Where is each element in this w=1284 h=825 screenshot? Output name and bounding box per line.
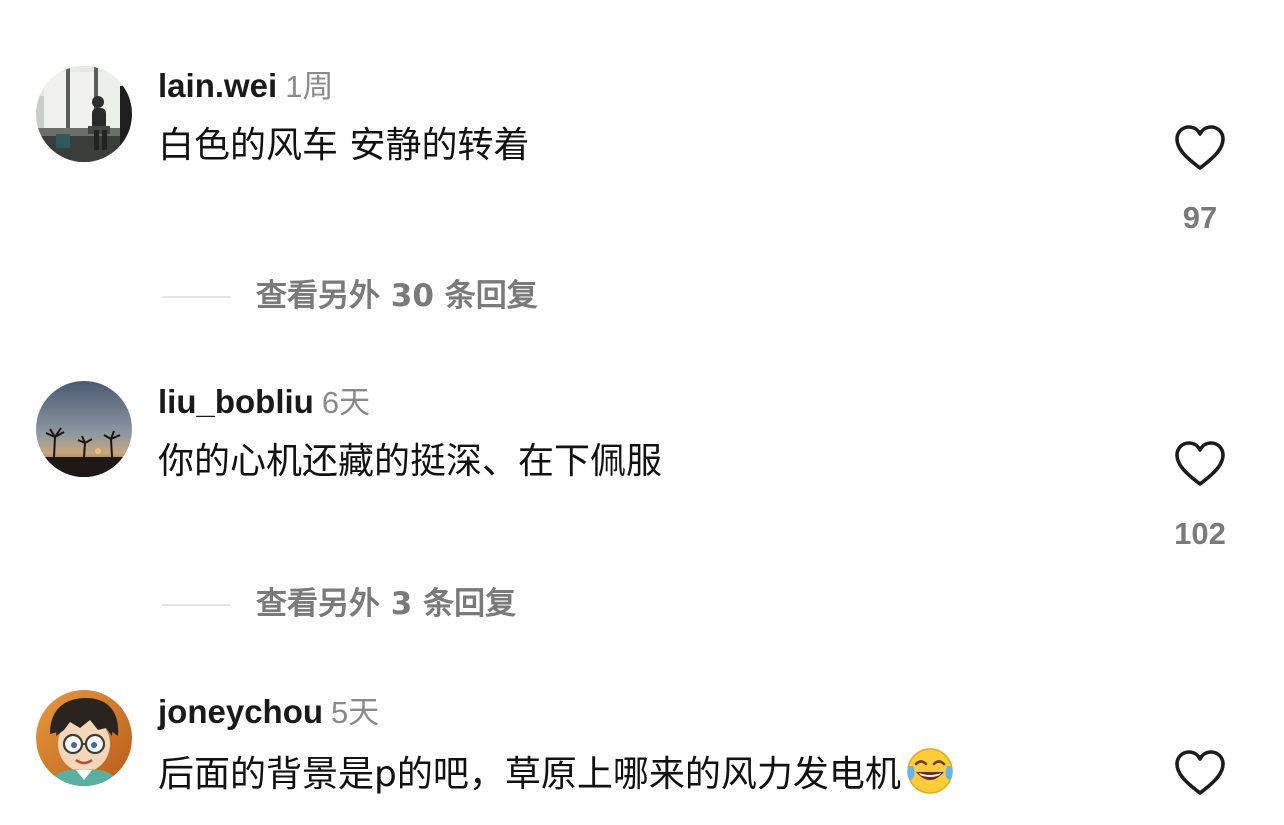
avatar[interactable]	[36, 381, 132, 477]
username[interactable]: joneychou	[158, 693, 323, 730]
like-count: 102	[1174, 516, 1226, 551]
comment-text-content: 后面的背景是p的吧，草原上哪来的风力发电机	[158, 754, 901, 795]
avatar[interactable]	[36, 66, 132, 162]
like-button[interactable]	[1174, 440, 1226, 488]
comment-text: 后面的背景是p的吧，草原上哪来的风力发电机	[158, 746, 955, 799]
avatar[interactable]	[36, 690, 132, 786]
comment-time: 5天	[331, 695, 380, 730]
like-button[interactable]	[1174, 749, 1226, 797]
heart-icon	[1175, 125, 1225, 170]
heart-icon	[1175, 750, 1225, 795]
like-count: 97	[1182, 200, 1218, 235]
tears-of-joy-emoji-icon	[907, 748, 953, 794]
comment-text: 白色的风车 安静的转着	[158, 125, 530, 166]
comment-time: 6天	[321, 385, 371, 420]
view-replies-label: 查看另外 30 条回复	[256, 278, 538, 314]
username[interactable]: lain.wei	[158, 67, 277, 104]
reply-divider	[162, 296, 230, 298]
username[interactable]: liu_bobliu	[158, 383, 314, 420]
like-button[interactable]	[1174, 124, 1226, 172]
heart-icon	[1175, 441, 1225, 486]
avatar-photo-icon	[36, 381, 132, 477]
reply-divider	[162, 604, 230, 606]
avatar-cartoon-icon	[36, 690, 132, 786]
comment-text: 你的心机还藏的挺深、在下佩服	[158, 441, 663, 482]
comment-time: 1周	[285, 69, 334, 104]
avatar-photo-icon	[36, 66, 132, 162]
view-replies-label: 查看另外 3 条回复	[256, 586, 517, 622]
